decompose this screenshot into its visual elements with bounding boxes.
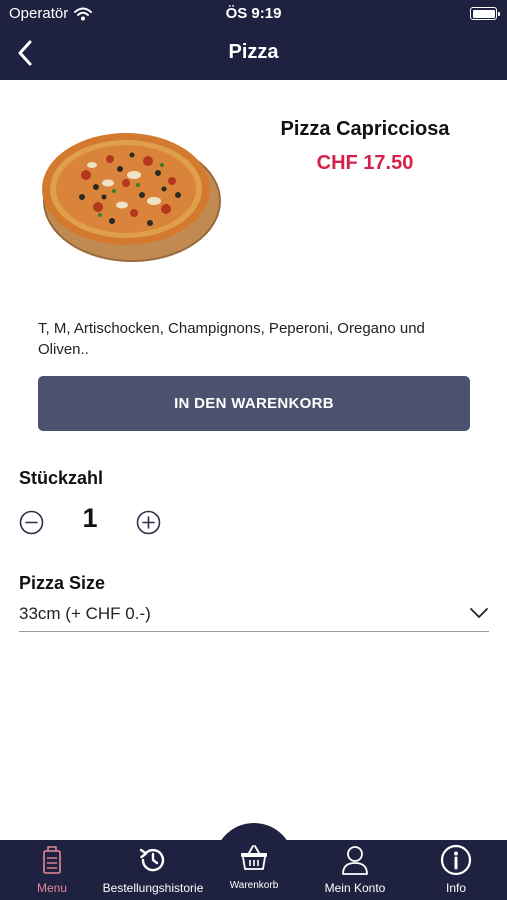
tab-account-label: Mein Konto: [324, 881, 386, 895]
tab-info-label: Info: [445, 881, 466, 895]
history-icon: [139, 848, 165, 872]
pizza-size-label: Pizza Size: [19, 573, 106, 593]
battery-icon: [470, 7, 500, 20]
status-bar: Operatör ÖS 9:19: [0, 0, 507, 28]
product-price: CHF 17.50: [316, 152, 414, 174]
pizza-size-select[interactable]: 33cm (+ CHF 0.-): [19, 598, 489, 632]
menu-card-icon: [43, 846, 61, 874]
tab-cart-label: Warenkorb: [229, 880, 279, 891]
product-description: T, M, Artischocken, Champignons, Peperon…: [38, 320, 425, 358]
quantity-label: Stückzahl: [19, 468, 104, 488]
top-bar: Operatör ÖS 9:19 Pizza: [0, 0, 507, 80]
decrease-quantity-button[interactable]: [19, 510, 44, 535]
user-icon: [342, 846, 368, 875]
add-to-cart-button[interactable]: IN DEN WARENKORB: [38, 376, 470, 431]
status-time: ÖS 9:19: [225, 5, 282, 22]
pizza-size-value: 33cm (+ CHF 0.-): [19, 604, 151, 623]
quantity-value: 1: [82, 503, 98, 533]
info-icon: [440, 844, 472, 876]
pizza-image: [42, 133, 221, 262]
tab-order-history[interactable]: Bestellungshistorie: [103, 843, 203, 900]
tab-info[interactable]: Info: [428, 843, 484, 900]
basket-icon: [241, 845, 267, 870]
chevron-down-icon: [470, 608, 488, 618]
tab-cart[interactable]: Warenkorb: [222, 840, 286, 897]
tab-menu[interactable]: Menu: [22, 843, 82, 900]
tab-menu-label: Menu: [36, 881, 68, 895]
page-title: Pizza: [228, 41, 279, 63]
tab-account[interactable]: Mein Konto: [314, 843, 396, 900]
tab-order-history-label: Bestellungshistorie: [102, 881, 204, 895]
increase-quantity-button[interactable]: [136, 510, 161, 535]
product-name: Pizza Capricciosa: [280, 118, 450, 140]
